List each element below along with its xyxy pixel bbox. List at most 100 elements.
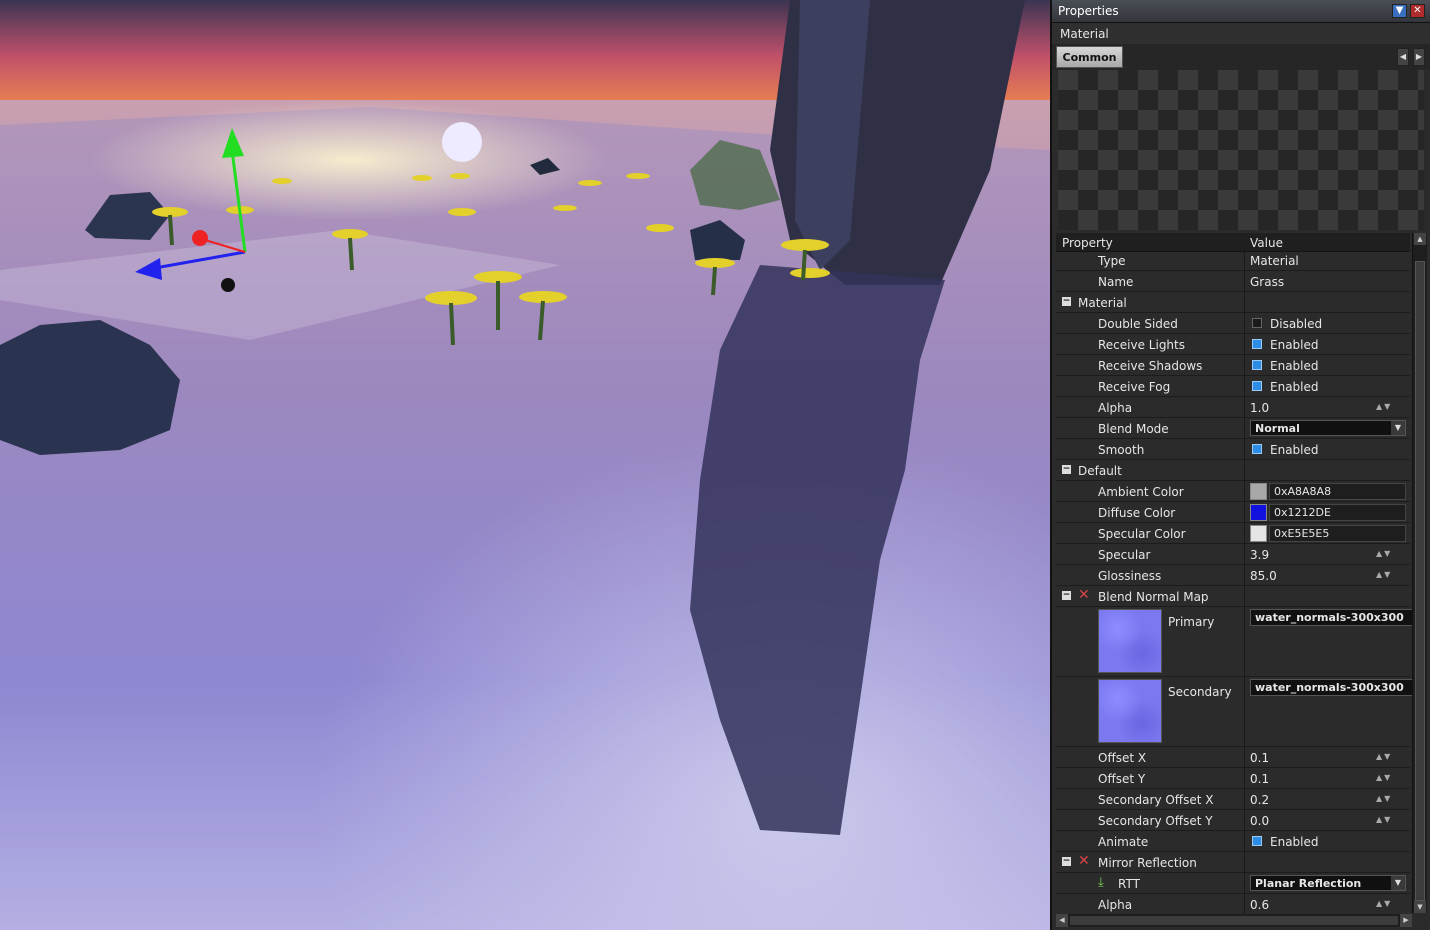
collapse-icon[interactable]: − xyxy=(1062,591,1071,600)
collapse-icon[interactable]: − xyxy=(1062,857,1071,866)
secondary-texture-field[interactable]: water_normals-300x300 xyxy=(1250,679,1414,696)
row-label: Name xyxy=(1098,275,1134,289)
row-value[interactable]: 0.1 xyxy=(1250,751,1269,765)
row-alpha[interactable]: Alpha 1.0 ▲▼ xyxy=(1056,397,1410,418)
row-value[interactable]: 0.1 xyxy=(1250,772,1269,786)
row-label: Alpha xyxy=(1098,401,1133,415)
row-label: Double Sided xyxy=(1098,317,1178,331)
spinner-icon[interactable]: ▲▼ xyxy=(1376,815,1392,824)
row-glossiness[interactable]: Glossiness 85.0 ▲▼ xyxy=(1056,565,1410,586)
spinner-icon[interactable]: ▲▼ xyxy=(1376,570,1392,579)
row-alpha-2[interactable]: Alpha 0.6 ▲▼ xyxy=(1056,894,1410,915)
row-value[interactable]: 1.0 xyxy=(1250,401,1269,415)
row-type[interactable]: Type Material xyxy=(1056,250,1410,271)
collapse-icon[interactable]: − xyxy=(1062,297,1071,306)
row-value[interactable]: 3.9 xyxy=(1250,548,1269,562)
row-label: Specular Color xyxy=(1098,527,1186,541)
chevron-down-icon[interactable]: ▼ xyxy=(1391,876,1405,890)
row-offset-y[interactable]: Offset Y 0.1 ▲▼ xyxy=(1056,768,1410,789)
section-mirror-reflection[interactable]: − ✕ Mirror Reflection xyxy=(1056,852,1410,873)
spinner-icon[interactable]: ▲▼ xyxy=(1376,899,1392,908)
scrollbar-thumb[interactable] xyxy=(1070,916,1398,925)
receive-shadows-checkbox[interactable] xyxy=(1252,360,1262,370)
scroll-up-icon[interactable]: ▲ xyxy=(1414,233,1426,245)
panel-title: Properties xyxy=(1058,4,1119,18)
row-secondary-offset-x[interactable]: Secondary Offset X 0.2 ▲▼ xyxy=(1056,789,1410,810)
row-receive-fog[interactable]: Receive Fog Enabled xyxy=(1056,376,1410,397)
download-icon[interactable]: ⤓ xyxy=(1098,876,1112,890)
tab-scroll-right-icon[interactable]: ▶ xyxy=(1413,48,1425,66)
row-value[interactable]: 0.6 xyxy=(1250,898,1269,912)
row-animate[interactable]: Animate Enabled xyxy=(1056,831,1410,852)
row-offset-x[interactable]: Offset X 0.1 ▲▼ xyxy=(1056,747,1410,768)
scroll-left-icon[interactable]: ◀ xyxy=(1056,914,1068,927)
receive-lights-checkbox[interactable] xyxy=(1252,339,1262,349)
horizontal-scrollbar[interactable]: ◀ ▶ xyxy=(1056,914,1412,927)
spinner-icon[interactable]: ▲▼ xyxy=(1376,752,1392,761)
row-receive-lights[interactable]: Receive Lights Enabled xyxy=(1056,334,1410,355)
row-label: Type xyxy=(1098,254,1126,268)
vertical-scrollbar[interactable]: ▲ ▼ xyxy=(1412,233,1427,913)
row-value: water_normals-300x300 xyxy=(1255,681,1404,694)
section-label: Material xyxy=(1078,296,1127,310)
spinner-icon[interactable]: ▲▼ xyxy=(1376,773,1392,782)
row-double-sided[interactable]: Double Sided Disabled xyxy=(1056,313,1410,334)
scrollbar-thumb[interactable] xyxy=(1415,261,1425,901)
row-diffuse-color[interactable]: Diffuse Color 0x1212DE xyxy=(1056,502,1410,523)
collapse-icon[interactable]: − xyxy=(1062,465,1071,474)
secondary-texture-thumbnail[interactable] xyxy=(1098,679,1162,743)
receive-fog-checkbox[interactable] xyxy=(1252,381,1262,391)
specular-color-input[interactable]: 0xE5E5E5 xyxy=(1269,525,1406,542)
row-value[interactable]: 0.2 xyxy=(1250,793,1269,807)
section-material[interactable]: − Material xyxy=(1056,292,1410,313)
row-value: Enabled xyxy=(1270,835,1319,849)
smooth-checkbox[interactable] xyxy=(1252,444,1262,454)
3d-viewport[interactable] xyxy=(0,0,1050,930)
specular-color-swatch[interactable] xyxy=(1250,525,1267,542)
diffuse-color-input[interactable]: 0x1212DE xyxy=(1269,504,1406,521)
scroll-right-icon[interactable]: ▶ xyxy=(1400,914,1412,927)
diffuse-color-swatch[interactable] xyxy=(1250,504,1267,521)
section-default[interactable]: − Default xyxy=(1056,460,1410,481)
x-icon[interactable]: ✕ xyxy=(1078,588,1090,602)
close-icon[interactable]: ✕ xyxy=(1410,4,1425,18)
row-rtt[interactable]: ⤓ RTT Planar Reflection ▼ xyxy=(1056,873,1410,894)
ambient-color-input[interactable]: 0xA8A8A8 xyxy=(1269,483,1406,500)
row-value[interactable]: 0.0 xyxy=(1250,814,1269,828)
section-blend-normal-map[interactable]: − ✕ Blend Normal Map xyxy=(1056,586,1410,607)
tab-scroll-left-icon[interactable]: ◀ xyxy=(1397,48,1409,66)
chevron-down-icon[interactable]: ▼ xyxy=(1391,421,1405,435)
row-specular[interactable]: Specular 3.9 ▲▼ xyxy=(1056,544,1410,565)
spinner-icon[interactable]: ▲▼ xyxy=(1376,549,1392,558)
row-label: Animate xyxy=(1098,835,1149,849)
spinner-icon[interactable]: ▲▼ xyxy=(1376,402,1392,411)
primary-texture-field[interactable]: water_normals-300x300 xyxy=(1250,609,1414,626)
tab-common[interactable]: Common xyxy=(1056,46,1123,68)
row-receive-shadows[interactable]: Receive Shadows Enabled xyxy=(1056,355,1410,376)
panel-titlebar: Properties ▼ ✕ xyxy=(1052,0,1430,23)
animate-checkbox[interactable] xyxy=(1252,836,1262,846)
header-value: Value xyxy=(1250,236,1283,250)
blend-mode-dropdown[interactable]: Normal ▼ xyxy=(1250,420,1406,436)
section-label: Default xyxy=(1078,464,1122,478)
row-secondary[interactable]: Secondary water_normals-300x300 xyxy=(1056,677,1414,747)
double-sided-checkbox[interactable] xyxy=(1252,318,1262,328)
row-label: Specular xyxy=(1098,548,1151,562)
row-smooth[interactable]: Smooth Enabled xyxy=(1056,439,1410,460)
row-value: Enabled xyxy=(1270,380,1319,394)
row-ambient-color[interactable]: Ambient Color 0xA8A8A8 xyxy=(1056,481,1410,502)
row-secondary-offset-y[interactable]: Secondary Offset Y 0.0 ▲▼ xyxy=(1056,810,1410,831)
chevron-down-icon[interactable]: ▼ xyxy=(1392,4,1407,18)
row-label: Receive Lights xyxy=(1098,338,1185,352)
scroll-down-icon[interactable]: ▼ xyxy=(1414,901,1426,913)
primary-texture-thumbnail[interactable] xyxy=(1098,609,1162,673)
spinner-icon[interactable]: ▲▼ xyxy=(1376,794,1392,803)
x-icon[interactable]: ✕ xyxy=(1078,854,1090,868)
row-name[interactable]: Name Grass xyxy=(1056,271,1410,292)
row-value[interactable]: 85.0 xyxy=(1250,569,1277,583)
row-specular-color[interactable]: Specular Color 0xE5E5E5 xyxy=(1056,523,1410,544)
rtt-dropdown[interactable]: Planar Reflection ▼ xyxy=(1250,875,1406,891)
ambient-color-swatch[interactable] xyxy=(1250,483,1267,500)
row-blend-mode[interactable]: Blend Mode Normal ▼ xyxy=(1056,418,1410,439)
row-primary[interactable]: Primary water_normals-300x300 xyxy=(1056,607,1414,677)
